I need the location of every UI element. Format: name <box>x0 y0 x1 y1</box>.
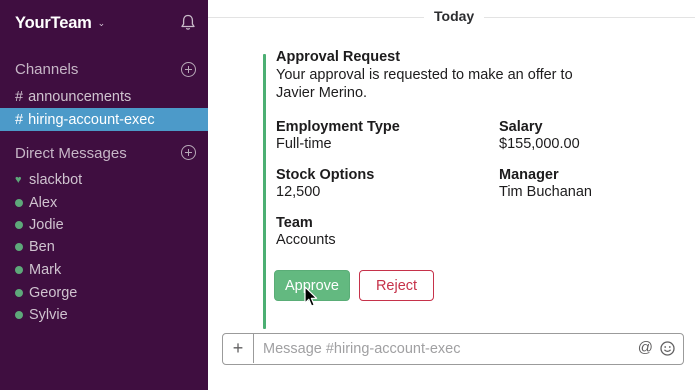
day-label: Today <box>424 8 485 24</box>
mouse-cursor-icon <box>304 286 318 307</box>
reject-button[interactable]: Reject <box>359 270 434 301</box>
field-value-salary: $155,000.00 <box>499 136 580 152</box>
field-title-team: Team <box>276 215 313 231</box>
message-input[interactable] <box>263 339 623 359</box>
card-title: Approval Request <box>276 49 401 65</box>
channels-label: Channels <box>15 60 79 78</box>
dm-item-ben[interactable]: Ben <box>0 236 208 258</box>
hash-icon: # <box>15 88 24 105</box>
field-value-team: Accounts <box>276 232 336 248</box>
message-pane: Today Approval Request Your approval is … <box>208 0 695 390</box>
dm-item-jodie[interactable]: Jodie <box>0 214 208 236</box>
chevron-down-icon: ⌄ <box>97 18 106 28</box>
message-composer: + @ <box>222 333 684 365</box>
channel-item-hiring-account-exec[interactable]: # hiring-account-exec <box>0 108 208 131</box>
card-text: Your approval is requested to make an of… <box>276 67 573 101</box>
heart-icon: ♥ <box>15 174 22 186</box>
presence-dot-icon <box>15 266 23 274</box>
channel-label: hiring-account-exec <box>28 111 155 128</box>
attach-plus-button[interactable]: + <box>223 334 254 363</box>
dm-label: Sylvie <box>29 307 68 323</box>
dm-label: Jodie <box>29 217 64 233</box>
field-title-employment-type: Employment Type <box>276 119 400 135</box>
dm-label: slackbot <box>29 172 83 188</box>
dm-label: Alex <box>29 195 58 211</box>
dm-item-mark[interactable]: Mark <box>0 259 208 281</box>
dm-label: Mark <box>29 262 62 278</box>
presence-dot-icon <box>15 289 23 297</box>
team-name: YourTeam <box>15 13 92 32</box>
direct-messages-label: Direct Messages <box>15 144 127 162</box>
field-value-manager: Tim Buchanan <box>499 184 592 200</box>
dm-item-george[interactable]: George <box>0 282 208 304</box>
dm-label: Ben <box>29 239 55 255</box>
dm-item-sylvie[interactable]: Sylvie <box>0 304 208 326</box>
direct-messages-heading[interactable]: Direct Messages <box>15 143 127 163</box>
attachment-bar <box>263 54 266 329</box>
emoji-smiley-icon[interactable] <box>660 341 675 356</box>
field-title-manager: Manager <box>499 167 559 183</box>
bell-icon[interactable] <box>180 14 196 31</box>
field-value-employment-type: Full-time <box>276 136 332 152</box>
channels-heading[interactable]: Channels <box>15 59 78 79</box>
sidebar: YourTeam ⌄ Channels # announcements # hi… <box>0 0 208 390</box>
add-direct-message-icon[interactable] <box>181 145 196 160</box>
field-value-stock-options: 12,500 <box>276 184 321 200</box>
presence-dot-icon <box>15 243 23 251</box>
field-title-stock-options: Stock Options <box>276 167 375 183</box>
add-channel-icon[interactable] <box>181 62 196 77</box>
dm-item-slackbot[interactable]: ♥ slackbot <box>0 169 208 191</box>
field-title-salary: Salary <box>499 119 543 135</box>
presence-dot-icon <box>15 311 23 319</box>
channel-item-announcements[interactable]: # announcements <box>0 85 208 108</box>
presence-dot-icon <box>15 199 23 207</box>
at-mention-icon[interactable]: @ <box>638 339 653 356</box>
channel-label: announcements <box>28 88 132 105</box>
dm-item-alex[interactable]: Alex <box>0 192 208 214</box>
hash-icon: # <box>15 111 24 128</box>
dm-label: George <box>29 285 78 301</box>
presence-dot-icon <box>15 221 23 229</box>
team-menu[interactable]: YourTeam ⌄ <box>15 12 105 34</box>
